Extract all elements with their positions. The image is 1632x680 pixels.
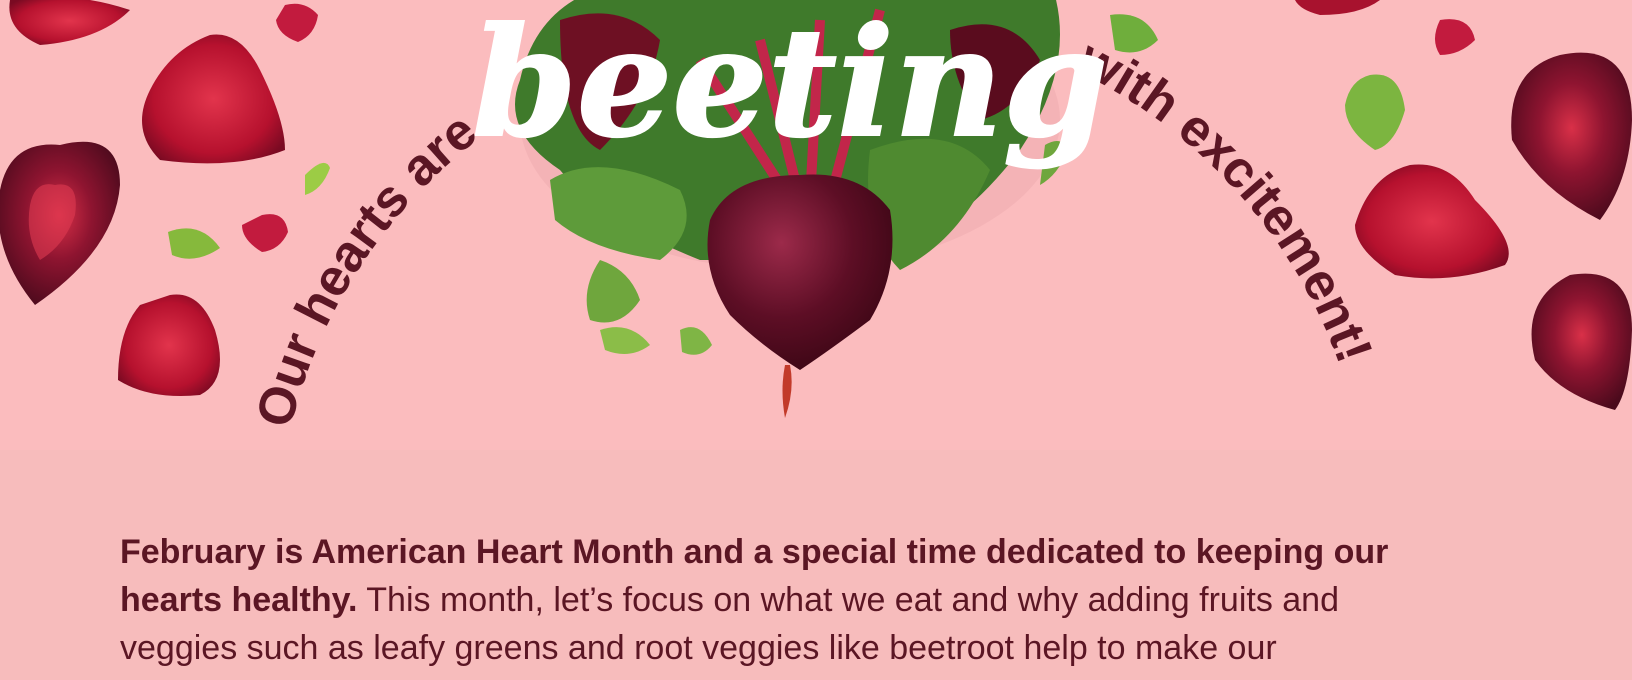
hero-banner: Our hearts are with excitement! beeting (0, 0, 1632, 450)
hero-illustration: Our hearts are with excitement! beeting (0, 0, 1632, 433)
hero-script-word: beeting (472, 0, 1108, 171)
arc-text-right: with excitement! (1069, 29, 1384, 371)
beet-heart-icon (1531, 273, 1632, 410)
leaf-icon (168, 162, 330, 259)
beet-slice-icon (1435, 19, 1475, 56)
beet-heart-icon (1511, 52, 1632, 221)
beet-slice-icon (9, 0, 130, 45)
beet-slice-icon (1295, 0, 1380, 15)
beet-heart-icon (0, 141, 120, 305)
beet-slice-icon (276, 3, 318, 42)
beet-slice-icon (118, 294, 220, 396)
intro-paragraph: February is American Heart Month and a s… (120, 528, 1450, 672)
beet-slice-icon (142, 34, 285, 164)
beet-slice-icon (1355, 164, 1509, 279)
beet-slice-icon (242, 214, 288, 252)
leaf-icon (1345, 74, 1405, 150)
arc-text-left: Our hearts are (245, 102, 487, 433)
